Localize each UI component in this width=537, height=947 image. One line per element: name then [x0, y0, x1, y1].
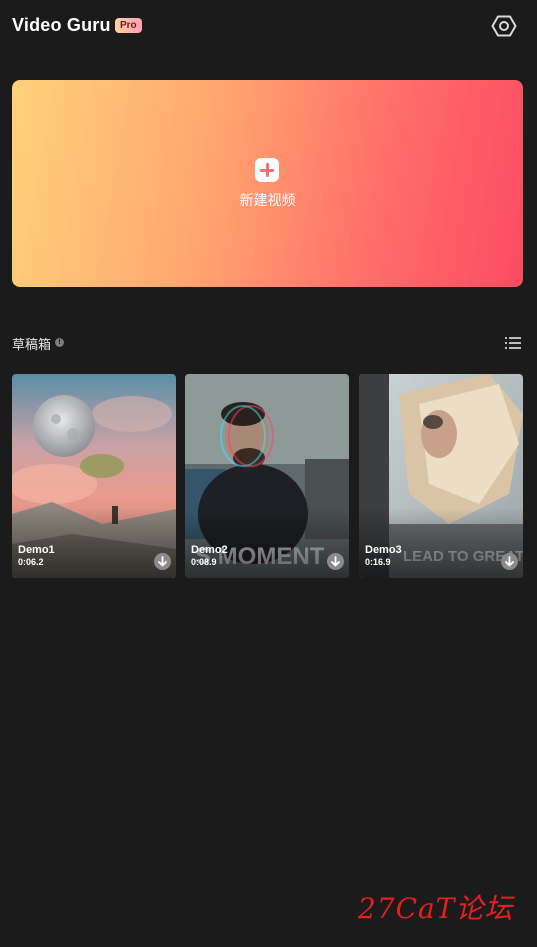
app-title: Video Guru: [12, 15, 111, 35]
drafts-section-title: 草稿箱: [12, 338, 52, 353]
download-icon: [501, 553, 518, 570]
plus-icon: [255, 158, 279, 182]
draft-card-demo3[interactable]: LEAD TO GREAT Demo3 0:16.9: [359, 374, 523, 578]
download-icon: [154, 553, 171, 570]
gear-hexagon-icon: [491, 15, 517, 37]
draft-card-demo1[interactable]: Demo1 0:06.2: [12, 374, 176, 578]
draft-name: Demo3: [365, 544, 402, 556]
draft-name: Demo2: [191, 544, 228, 556]
draft-duration: 0:08.9: [191, 557, 217, 567]
download-icon: [327, 553, 344, 570]
top-bar: Video Guru Pro: [0, 0, 537, 52]
thumbnail-shade: [359, 508, 523, 578]
list-view-icon: [505, 337, 521, 349]
pro-badge[interactable]: Pro: [115, 18, 142, 33]
download-button[interactable]: [154, 553, 171, 570]
settings-button[interactable]: [490, 12, 518, 40]
download-button[interactable]: [327, 553, 344, 570]
draft-name: Demo1: [18, 544, 55, 556]
new-video-label: 新建视频: [239, 193, 296, 209]
draft-card-demo2[interactable]: S MOMENT Demo2 0:08.9: [185, 374, 349, 578]
new-video-card[interactable]: 新建视频: [12, 80, 523, 287]
info-icon[interactable]: !: [55, 338, 64, 347]
download-button[interactable]: [501, 553, 518, 570]
thumbnail-shade: [185, 508, 349, 578]
forum-watermark: 27CaT论坛: [358, 892, 514, 925]
draft-duration: 0:16.9: [365, 557, 391, 567]
draft-duration: 0:06.2: [18, 557, 44, 567]
thumbnail-shade: [12, 508, 176, 578]
list-view-toggle-button[interactable]: [505, 335, 521, 349]
